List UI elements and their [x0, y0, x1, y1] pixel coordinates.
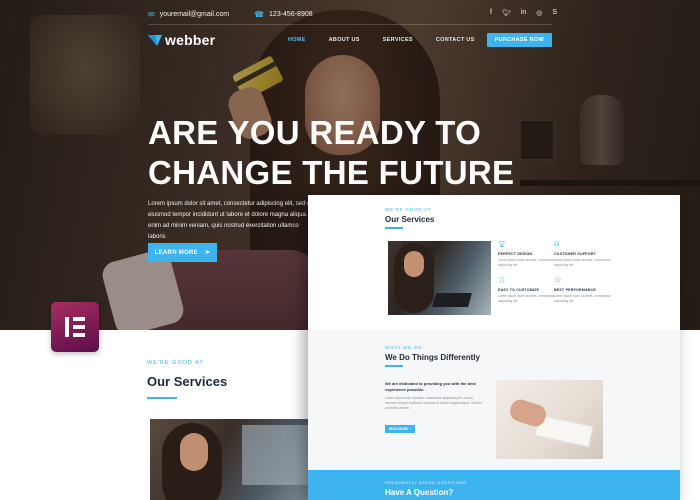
purchase-now-button[interactable]: PURCHASE NOW: [486, 33, 552, 47]
nav-item-services[interactable]: SERVICES: [383, 37, 413, 43]
envelope-icon: ✉: [148, 9, 155, 19]
feature-title: CUSTOMER SUPPORT: [554, 252, 597, 256]
phone-text: 123-456-8908: [269, 10, 313, 18]
email-text: youremail@gmail.com: [159, 10, 230, 18]
preview-question-title: Have A Question?: [385, 488, 454, 497]
chat-icon: 💬︎: [554, 278, 562, 284]
nav-menu: HOME ABOUT US SERVICES CONTACT US PURCHA…: [265, 33, 552, 47]
paper-plane-icon: ➤: [205, 250, 211, 256]
preview-differently-underline: [385, 365, 403, 367]
hero-title: ARE YOU READY TO CHANGE THE FUTURE: [148, 113, 528, 193]
feature-best-performance: 💬︎ BEST PERFORMANCE Lorem ipsum dolor si…: [554, 277, 614, 304]
services-title: Our Services: [147, 374, 228, 389]
topbar: ✉ youremail@gmail.com ☎ 123-456-8908: [148, 7, 522, 21]
facebook-icon[interactable]: f: [490, 9, 492, 17]
instagram-icon[interactable]: ◎: [536, 9, 542, 17]
feature-title: BEST PERFORMANCE: [554, 288, 596, 292]
feature-title: PERFECT DESIGN: [498, 252, 533, 256]
nav-item-contact-us[interactable]: CONTACT US: [436, 37, 475, 43]
preview-differently-lead: We are dedicated to providing you with t…: [385, 381, 476, 392]
preview-keyboard-photo: [496, 380, 603, 459]
phone-icon: ☎: [254, 9, 265, 19]
logo-mark-icon: [148, 35, 162, 46]
feature-desc: Lorem ipsum dolor sit amet, consectetur …: [498, 258, 555, 267]
elementor-logo-icon: [51, 302, 99, 352]
preview-services-photo: [388, 241, 491, 315]
preview-differently-kicker: WHAT WE DO: [385, 345, 423, 350]
preview-question-banner: [308, 470, 680, 500]
hero-title-line-2: CHANGE THE FUTURE: [148, 154, 515, 191]
site-logo[interactable]: webber: [148, 32, 215, 48]
logo-text: webber: [165, 32, 216, 48]
learn-more-button[interactable]: LEARN MORE ➤: [148, 243, 217, 262]
feature-title: EASY TO CUSTOMIZE: [498, 288, 540, 292]
services-photo: [150, 419, 320, 500]
skype-icon[interactable]: S: [552, 9, 557, 17]
services-title-underline: [147, 397, 177, 399]
trophy-icon: 🏆︎: [498, 242, 506, 248]
nav-item-home[interactable]: HOME: [288, 37, 306, 43]
feature-perfect-design: 🏆︎ PERFECT DESIGN Lorem ipsum dolor sit …: [498, 241, 558, 268]
feature-desc: Lorem ipsum dolor sit amet, consectetur …: [498, 294, 555, 303]
headset-icon: ☊: [554, 242, 560, 248]
learn-more-label: LEARN MORE: [154, 249, 198, 256]
feature-customer-support: ☊ CUSTOMER SUPPORT Lorem ipsum dolor sit…: [554, 241, 614, 268]
arrow-right-icon: ›: [410, 427, 412, 431]
preview-faq-kicker: FREQUENTLY ASKED QUESTIONS: [385, 480, 467, 485]
preview-differently-section: [308, 330, 680, 470]
page-preview-card: WE'RE GOOD AT Our Services 🏆︎ PERFECT DE…: [308, 195, 680, 500]
user-icon: 👤︎: [498, 278, 506, 284]
feature-desc: Lorem ipsum dolor sit amet, consectetur …: [554, 258, 611, 267]
topbar-divider: [148, 24, 552, 25]
read-more-label: READ MORE: [388, 427, 409, 431]
twitter-icon[interactable]: 🐦︎: [502, 9, 511, 17]
linkedin-icon[interactable]: in: [521, 9, 526, 17]
feature-easy-to-customize: 👤︎ EASY TO CUSTOMIZE Lorem ipsum dolor s…: [498, 277, 558, 304]
main-navbar: webber HOME ABOUT US SERVICES CONTACT US…: [148, 31, 552, 49]
hero-description: Lorem ipsum dolor sit amet, consectetur …: [148, 201, 316, 240]
nav-item-about-us[interactable]: ABOUT US: [329, 37, 360, 43]
topbar-phone[interactable]: ☎ 123-456-8908: [254, 10, 313, 19]
services-kicker: WE'RE GOOD AT: [147, 360, 204, 366]
preview-services-kicker: WE'RE GOOD AT: [385, 207, 432, 212]
hero-title-line-1: ARE YOU READY TO: [148, 114, 482, 151]
feature-desc: Lorem ipsum dolor sit amet, consectetur …: [554, 294, 611, 303]
social-links: f 🐦︎ in ◎ S: [490, 9, 557, 17]
preview-differently-title: We Do Things Differently: [385, 353, 480, 362]
preview-read-more-button[interactable]: READ MORE ›: [385, 425, 415, 433]
preview-services-title: Our Services: [385, 215, 435, 224]
preview-differently-text: Lorem ipsum dolor sit amet, consectetur …: [385, 396, 482, 410]
topbar-email[interactable]: ✉ youremail@gmail.com: [148, 10, 229, 19]
preview-services-underline: [385, 227, 403, 229]
